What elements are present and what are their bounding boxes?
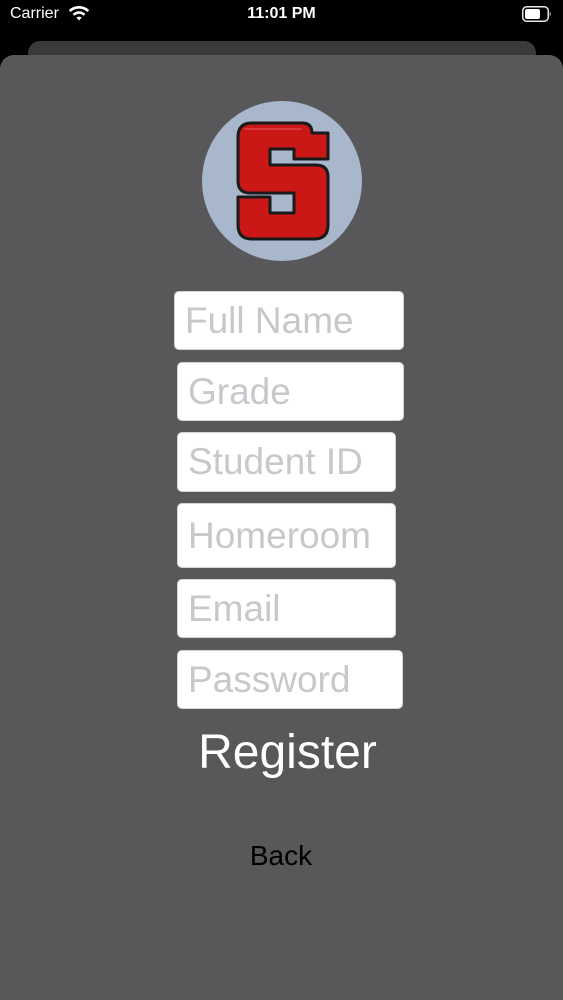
email-input[interactable] <box>177 579 396 638</box>
register-button[interactable]: Register <box>160 720 415 784</box>
student-id-input[interactable] <box>177 432 396 492</box>
password-input[interactable] <box>177 650 403 709</box>
school-logo <box>202 101 362 261</box>
grade-input[interactable] <box>177 362 404 421</box>
full-name-input[interactable] <box>174 291 404 350</box>
school-s-logo-icon <box>202 101 362 261</box>
status-bar: Carrier 11:01 PM <box>0 0 563 32</box>
clock: 11:01 PM <box>247 5 316 22</box>
battery-icon <box>522 6 551 22</box>
back-button[interactable]: Back <box>220 836 342 876</box>
homeroom-input[interactable] <box>177 503 396 568</box>
